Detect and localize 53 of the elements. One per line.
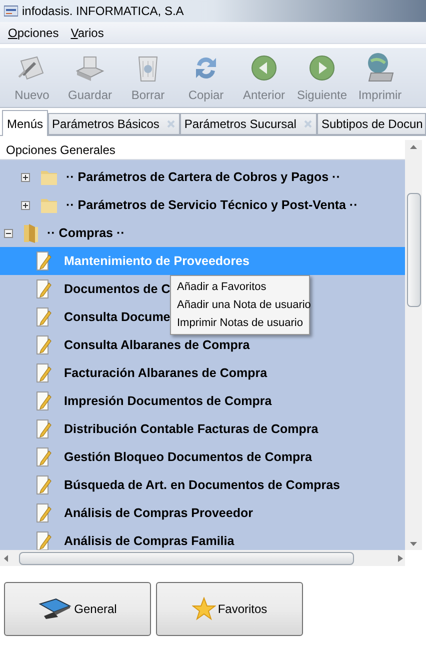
tab[interactable]: Parámetros Sucursal [180,113,318,135]
document-pencil-icon [36,279,52,299]
app-icon [4,5,18,17]
menu-item[interactable]: Añadir a Favoritos [171,278,309,296]
window-title: infodasis. INFORMATICA, S.A [22,3,184,20]
expand-icon[interactable] [21,200,30,210]
tab[interactable]: Parámetros Básicos [48,113,180,135]
tree-item[interactable]: Análisis de Compras Familia [64,532,234,550]
star-icon [192,597,216,621]
document-pencil-icon [36,363,52,383]
menu-item[interactable]: Imprimir Notas de usuario [171,314,309,332]
scroll-thumb[interactable] [19,552,354,564]
tab[interactable]: Menús [2,110,48,136]
tree-item[interactable]: Consulta Albaranes de Compra [64,336,250,354]
tree-item[interactable]: Análisis de Compras Proveedor [64,504,253,522]
tree-node[interactable]: ·· Parámetros de Servicio Técnico y Post-Venta ·· [66,196,358,214]
tree-item[interactable]: Gestión Bloqueo Documentos de Compra [64,448,312,466]
document-pencil-icon [36,447,52,467]
open-folder-icon [23,223,39,243]
tab[interactable]: Subtipos de Docun [317,113,426,135]
menu-item[interactable]: Opciones [8,24,59,42]
document-pencil-icon [36,251,52,271]
nav-button[interactable]: General [4,582,151,636]
folder-icon [40,196,58,214]
tree-item[interactable]: Consulta Docume [64,308,170,326]
document-pencil-icon [36,307,52,327]
document-pencil-icon [36,391,52,411]
scroll-left-icon[interactable] [4,554,9,562]
tree-node[interactable]: ·· Compras ·· [47,224,125,242]
laptop-icon [38,598,72,620]
tree-node[interactable]: ·· Parámetros de Cartera de Cobros y Pagos ·· [66,168,340,186]
document-pencil-icon [36,419,52,439]
expand-icon[interactable] [21,172,30,182]
document-pencil-icon [36,503,52,523]
tree-item[interactable]: Facturación Albaranes de Compra [64,364,268,382]
document-pencil-icon [36,475,52,495]
menu-item[interactable]: Añadir una Nota de usuario [171,296,309,314]
tree-item[interactable]: Documentos de C [64,280,170,298]
horizontal-scrollbar[interactable] [0,550,405,566]
vertical-scrollbar[interactable] [405,140,422,550]
nav-button[interactable]: Favoritos [156,582,303,636]
document-pencil-icon [36,531,52,550]
collapse-icon[interactable] [4,228,13,238]
menu-item[interactable]: Varios [70,24,104,42]
scroll-right-icon[interactable] [398,554,403,562]
tree-item[interactable]: Impresión Documentos de Compra [64,392,272,410]
scroll-up-icon[interactable] [410,145,417,149]
tree-item[interactable]: Distribución Contable Facturas de Compra [64,420,318,438]
document-pencil-icon [36,335,52,355]
scroll-thumb[interactable] [406,193,420,307]
folder-icon [40,168,58,186]
scroll-down-icon[interactable] [410,542,417,546]
tree-item[interactable]: Búsqueda de Art. en Documentos de Compras [64,476,340,494]
